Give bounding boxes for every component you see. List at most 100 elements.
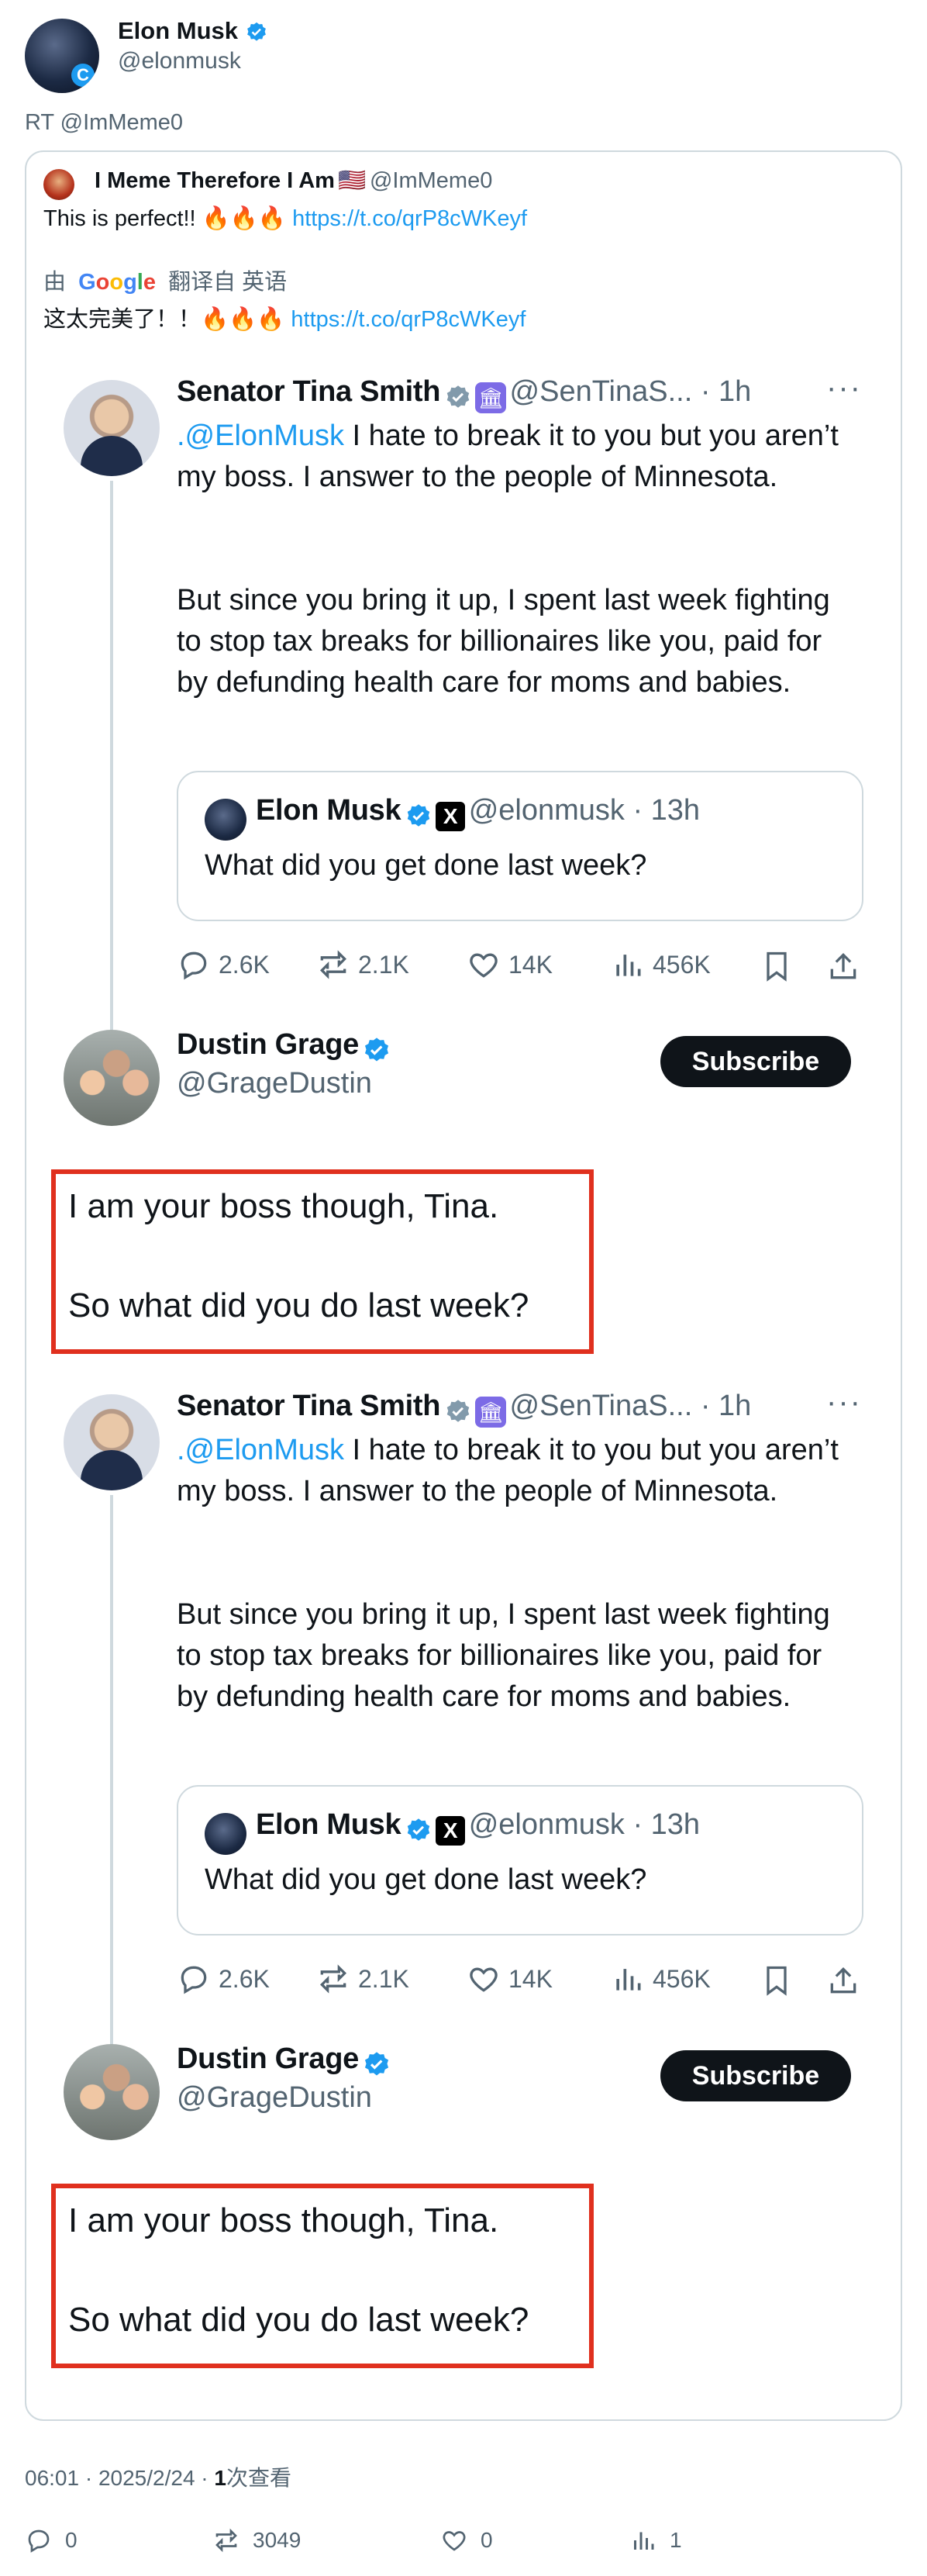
- views-count: 456K: [653, 1964, 711, 1993]
- highlight-box: I am your boss though, Tina. So what did…: [51, 2184, 594, 2368]
- author-avatar[interactable]: C: [25, 19, 99, 93]
- verified-badge-icon: [365, 1038, 389, 1062]
- dustin-name: Dustin Grage: [177, 2042, 359, 2075]
- elon-quote-name: Elon Musk: [256, 794, 401, 827]
- avatar-badge: C: [71, 64, 95, 87]
- like-count: 14K: [508, 1964, 553, 1993]
- bookmark-icon: [767, 1966, 787, 1996]
- more-icon: ···: [826, 371, 862, 405]
- like-count: 0: [481, 2528, 493, 2552]
- retweet-icon: [319, 950, 347, 979]
- retweet-button[interactable]: 3049: [212, 2526, 301, 2554]
- views-count: 1: [670, 2528, 682, 2552]
- reply-icon: [181, 1966, 207, 1994]
- dustin-line-2: So what did you do last week?: [68, 1286, 529, 1324]
- retweet-action: 2.1K: [316, 948, 409, 982]
- share-icon: [830, 1967, 856, 1994]
- dustin-header: Dustin Grage: [177, 1028, 391, 1065]
- author-handle[interactable]: @elonmusk: [118, 48, 241, 74]
- translated-text: 这太完美了！！🔥🔥🔥 https://t.co/qrP8cWKeyf: [43, 304, 526, 335]
- elon-quote-header: Elon Musk X @elonmusk · 13h: [256, 1808, 700, 1846]
- quoted-author-avatar[interactable]: [43, 169, 74, 200]
- elon-quote-avatar: [205, 799, 246, 841]
- translated-link[interactable]: https://t.co/qrP8cWKeyf: [291, 307, 526, 332]
- subscribe-button: Subscribe: [660, 1036, 851, 1087]
- views-action: 456K: [611, 1962, 711, 1996]
- translate-suffix[interactable]: 翻译自 英语: [168, 270, 287, 295]
- dustin-avatar: [64, 1030, 160, 1126]
- google-logo-icon: Google: [78, 270, 156, 295]
- views-action: 456K: [611, 948, 711, 982]
- reply-action: 2.6K: [177, 1962, 270, 1996]
- like-button[interactable]: 0: [440, 2526, 493, 2554]
- views-icon: [616, 1969, 641, 1991]
- x-logo-icon: X: [436, 1815, 466, 1846]
- tweet-view-label: 次查看: [226, 2466, 291, 2490]
- reply-icon: [181, 951, 207, 980]
- tina-name: Senator Tina Smith: [177, 1390, 441, 1422]
- retweet-icon: [319, 1964, 347, 1994]
- reply-count: 2.6K: [219, 950, 270, 979]
- heart-icon: [470, 1967, 498, 1992]
- like-action: 14K: [467, 1962, 553, 1996]
- share-icon: [830, 952, 856, 979]
- dustin-header: Dustin Grage: [177, 2042, 391, 2080]
- highlight-box: I am your boss though, Tina. So what did…: [51, 1169, 594, 1354]
- translated-text-body: 这太完美了！！🔥🔥🔥: [43, 307, 285, 332]
- quoted-author-handle[interactable]: @ImMeme0: [370, 168, 492, 193]
- verified-badge-icon: [365, 2052, 389, 2076]
- quoted-link[interactable]: https://t.co/qrP8cWKeyf: [292, 206, 527, 231]
- bookmark-icon: [767, 951, 787, 982]
- elon-quote-name: Elon Musk: [256, 1808, 401, 1841]
- verified-badge-icon: [407, 1818, 430, 1841]
- subscribe-button: Subscribe: [660, 2050, 851, 2101]
- dustin-line-1: I am your boss though, Tina.: [68, 1187, 499, 1225]
- reply-button[interactable]: 0: [25, 2526, 78, 2554]
- dustin-avatar: [64, 2044, 160, 2140]
- views-button[interactable]: 1: [629, 2526, 682, 2554]
- tweet-timestamp[interactable]: 06:01 · 2025/2/24 ·: [25, 2466, 214, 2490]
- retweet-icon: [215, 2528, 237, 2553]
- capitol-icon: 🏛: [475, 382, 507, 413]
- quoted-author-name[interactable]: I Meme Therefore I Am: [95, 168, 335, 193]
- tina-handle-time: @SenTinaS... · 1h: [509, 1390, 752, 1422]
- views-icon: [634, 2532, 654, 2550]
- tina-text-2: But since you bring it up, I spent last …: [177, 584, 830, 699]
- capitol-icon: 🏛: [475, 1396, 507, 1428]
- retweet-count: 3049: [253, 2528, 302, 2552]
- dustin-handle: @GrageDustin: [177, 1067, 372, 1100]
- verified-gray-icon: [446, 1400, 469, 1422]
- embedded-screenshot-1: Senator Tina Smith 🏛 @SenTinaS... · 1h ·…: [0, 364, 927, 1380]
- like-count: 14K: [508, 950, 553, 979]
- retweet-count: 2.1K: [358, 950, 409, 979]
- elon-quote-handle-time: @elonmusk · 13h: [468, 794, 701, 827]
- dustin-line-1: I am your boss though, Tina.: [68, 2201, 499, 2239]
- elon-quote-handle-time: @elonmusk · 13h: [468, 1808, 701, 1841]
- thread-line: [110, 481, 113, 1070]
- embedded-screenshot-2: Senator Tina Smith 🏛 @SenTinaS... · 1h ·…: [0, 1379, 927, 2395]
- elon-quote-box: Elon Musk X @elonmusk · 13h What did you…: [177, 1785, 863, 1935]
- verified-badge-icon: [246, 22, 266, 41]
- verified-gray-icon: [446, 385, 469, 408]
- tina-mention: .@ElonMusk: [177, 1434, 344, 1466]
- quoted-text-body: This is perfect!! 🔥🔥🔥: [43, 206, 286, 231]
- tina-header: Senator Tina Smith 🏛 @SenTinaS... · 1h: [177, 375, 874, 413]
- translate-prefix: 由: [43, 270, 67, 295]
- tweet-view-count: 1: [214, 2466, 226, 2490]
- elon-quote-avatar: [205, 1813, 246, 1855]
- tina-avatar: [64, 380, 160, 476]
- action-bar: 2.6K 2.1K 14K 456K: [177, 948, 867, 986]
- author-name[interactable]: Elon Musk: [118, 17, 268, 45]
- elon-quote-header: Elon Musk X @elonmusk · 13h: [256, 794, 700, 831]
- x-logo-icon: X: [436, 801, 466, 831]
- elon-quote-box: Elon Musk X @elonmusk · 13h What did you…: [177, 771, 863, 921]
- reply-icon: [28, 2529, 50, 2553]
- tina-avatar: [64, 1394, 160, 1490]
- quoted-author-line: I Meme Therefore I Am 🇺🇸 @ImMeme0: [95, 167, 492, 194]
- more-icon: ···: [826, 1385, 862, 1419]
- dustin-name: Dustin Grage: [177, 1028, 359, 1061]
- like-action: 14K: [467, 948, 553, 982]
- tina-text-2: But since you bring it up, I spent last …: [177, 1598, 830, 1713]
- dustin-line-2: So what did you do last week?: [68, 2301, 529, 2339]
- tina-text: .@ElonMusk I hate to break it to you but…: [177, 416, 843, 498]
